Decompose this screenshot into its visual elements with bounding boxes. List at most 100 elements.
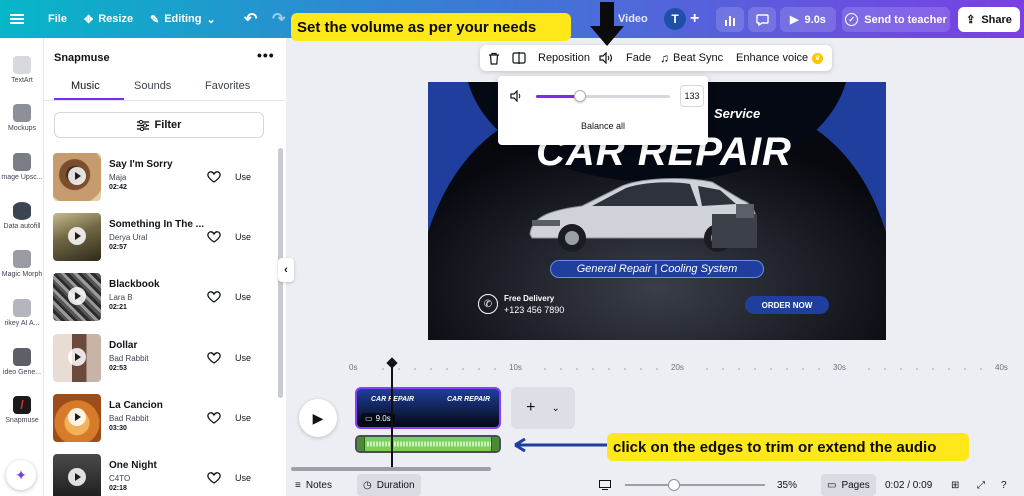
fullscreen-icon[interactable]: ⤢: [977, 474, 985, 496]
more-options-icon[interactable]: •••: [257, 47, 275, 63]
list-item[interactable]: La Cancion Bad Rabbit 03:30 Use: [53, 394, 278, 444]
magic-sparkle-icon[interactable]: ✦: [6, 460, 36, 490]
play-icon[interactable]: [68, 408, 86, 426]
play-icon[interactable]: [68, 468, 86, 486]
use-button[interactable]: Use: [235, 473, 251, 483]
file-label: File: [48, 13, 67, 25]
playhead[interactable]: [391, 364, 393, 467]
rail-item-label: Data autofill: [3, 223, 41, 230]
comment-icon: [755, 13, 769, 26]
add-collaborator-icon[interactable]: +: [690, 0, 699, 38]
beat-sync-button[interactable]: ♫ Beat Sync: [660, 45, 723, 71]
split-icon[interactable]: [512, 45, 526, 71]
filter-button[interactable]: Filter: [54, 112, 264, 138]
rail-item-label: mage Upsc...: [1, 174, 43, 181]
volume-slider[interactable]: [536, 90, 670, 102]
list-item[interactable]: Say I'm Sorry Maja 02:42 Use: [53, 153, 278, 203]
resize-icon: ✥: [84, 13, 94, 26]
tab-sounds[interactable]: Sounds: [134, 80, 171, 92]
video-clip[interactable]: CAR REPAIR CAR REPAIR ▭ 9.0s: [355, 387, 501, 429]
use-button[interactable]: Use: [235, 172, 251, 182]
list-item[interactable]: Dollar Bad Rabbit 02:53 Use: [53, 334, 278, 384]
list-item[interactable]: One Night C4TO 02:18 Use: [53, 454, 278, 496]
heart-icon[interactable]: [207, 411, 221, 424]
avatar[interactable]: T: [664, 0, 686, 38]
volume-button[interactable]: [599, 45, 613, 71]
rail-item-image-upscaler[interactable]: mage Upsc...: [0, 153, 44, 181]
fade-button[interactable]: Fade: [626, 45, 651, 71]
heart-icon[interactable]: [207, 290, 221, 303]
duration-button[interactable]: ◷ Duration: [357, 474, 421, 496]
tab-favorites[interactable]: Favorites: [205, 80, 250, 92]
rail-item-snapmuse[interactable]: / Snapmuse: [0, 396, 44, 424]
menu-icon[interactable]: [10, 0, 24, 38]
use-button[interactable]: Use: [235, 353, 251, 363]
trash-icon[interactable]: [488, 45, 500, 71]
balance-all-button[interactable]: Balance all: [498, 121, 708, 131]
sliders-icon: [136, 119, 149, 131]
insights-button[interactable]: [716, 7, 744, 32]
use-button[interactable]: Use: [235, 413, 251, 423]
list-item[interactable]: Blackbook Lara B 02:21 Use: [53, 273, 278, 323]
editing-button[interactable]: ✎ Editing ⌄: [150, 0, 216, 38]
rail-item-textart[interactable]: TextArt: [0, 56, 44, 84]
play-icon[interactable]: [68, 227, 86, 245]
bar-chart-icon: [725, 15, 735, 26]
volume-slider-handle[interactable]: [574, 90, 587, 102]
rail-item-data-autofill[interactable]: Data autofill: [0, 202, 44, 230]
timeline-scrollbar[interactable]: [291, 467, 491, 471]
audio-trim-handle-right[interactable]: [491, 437, 499, 451]
timeline-play-button[interactable]: ▶: [299, 399, 337, 437]
audio-trim-handle-left[interactable]: [357, 437, 365, 451]
zoom-slider-handle[interactable]: [668, 479, 680, 491]
redo-icon[interactable]: ↷: [272, 0, 285, 38]
heart-icon[interactable]: [207, 170, 221, 183]
collapse-panel-icon[interactable]: ‹: [278, 258, 294, 282]
use-button[interactable]: Use: [235, 292, 251, 302]
pages-label: Pages: [841, 479, 870, 491]
track-name: Dollar: [109, 340, 138, 351]
resize-button[interactable]: ✥ Resize: [84, 0, 133, 38]
enhance-voice-button[interactable]: Enhance voice ♛: [736, 45, 824, 71]
file-menu[interactable]: File: [48, 0, 67, 38]
rail-item-magic-morph[interactable]: Magic Morph: [0, 250, 44, 278]
use-button[interactable]: Use: [235, 232, 251, 242]
zoom-slider[interactable]: [625, 479, 765, 491]
send-to-teacher-button[interactable]: ✓ Send to teacher: [842, 7, 950, 32]
comment-button[interactable]: [748, 7, 776, 32]
screen-icon[interactable]: [599, 474, 611, 496]
help-icon[interactable]: ?: [1001, 474, 1007, 496]
notes-button[interactable]: ≡ Notes: [295, 474, 332, 496]
track-name: Say I'm Sorry: [109, 159, 173, 170]
play-icon[interactable]: [68, 167, 86, 185]
share-button[interactable]: ⇪ Share: [958, 7, 1020, 32]
add-page-button[interactable]: + ⌄: [511, 387, 575, 429]
track-duration: 02:21: [109, 304, 127, 311]
rail-item-video-generator[interactable]: ideo Gene...: [0, 348, 44, 376]
play-icon[interactable]: [68, 348, 86, 366]
rail-item-label: ideo Gene...: [2, 369, 42, 376]
play-button[interactable]: ▶ 9.0s: [780, 7, 836, 32]
pages-button[interactable]: ▭ Pages: [821, 474, 876, 496]
panel-tabs: Music Sounds Favorites: [44, 80, 286, 102]
tab-music[interactable]: Music: [71, 80, 100, 92]
rail-item-ai-app[interactable]: rikey AI A...: [0, 299, 44, 327]
audio-clip[interactable]: [355, 435, 501, 453]
phone-number: +123 456 7890: [504, 305, 565, 315]
heart-icon[interactable]: [207, 471, 221, 484]
audio-toolbar: Reposition Fade ♫ Beat Sync Enhance voice…: [480, 45, 832, 71]
zoom-value[interactable]: 35%: [777, 474, 797, 496]
undo-icon[interactable]: ↶: [244, 0, 257, 38]
track-duration: 02:18: [109, 485, 127, 492]
list-item[interactable]: Something In The ... Derya Ural 02:57 Us…: [53, 213, 278, 263]
grid-view-icon[interactable]: ⊞: [951, 474, 959, 496]
crown-icon: ♛: [812, 52, 824, 64]
time-display: 0:02 / 0:09: [885, 479, 933, 491]
heart-icon[interactable]: [207, 230, 221, 243]
rail-item-mockups[interactable]: Mockups: [0, 104, 44, 132]
volume-popover: 133 Balance all: [498, 76, 708, 145]
heart-icon[interactable]: [207, 351, 221, 364]
volume-value-input[interactable]: 133: [680, 85, 704, 107]
play-icon[interactable]: [68, 287, 86, 305]
reposition-button[interactable]: Reposition: [538, 45, 590, 71]
